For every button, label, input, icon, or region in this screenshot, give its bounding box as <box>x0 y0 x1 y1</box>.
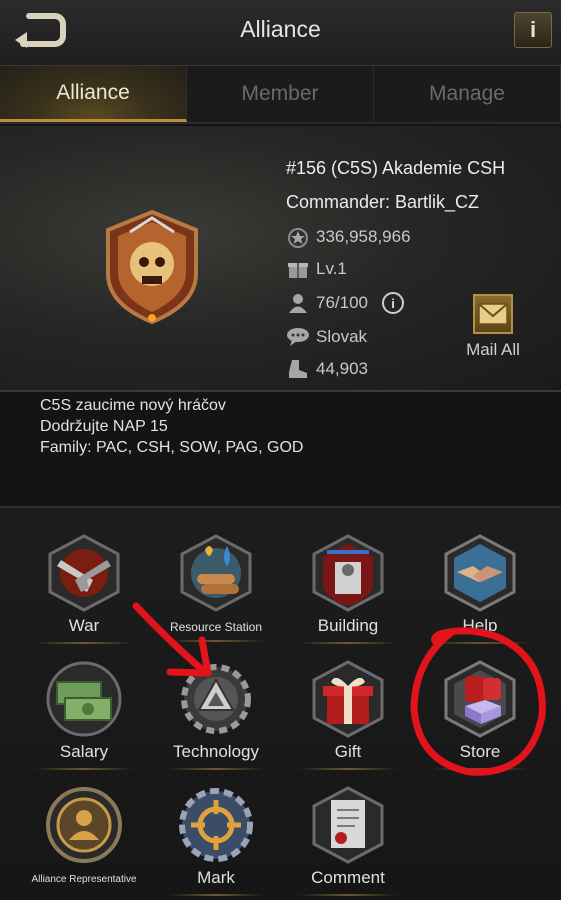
envelope-icon <box>473 294 513 334</box>
store-label: Store <box>459 742 501 761</box>
members-value: 76/100 <box>316 293 368 312</box>
gift-button[interactable]: Gift <box>283 658 413 778</box>
gift-icon <box>312 660 384 738</box>
store-icon <box>444 660 516 738</box>
members-info-icon[interactable]: i <box>382 292 404 314</box>
person-icon <box>286 292 310 314</box>
label-underline <box>34 768 134 770</box>
alliance-representative-label: Alliance Representative <box>31 874 137 885</box>
salary-label: Salary <box>59 742 109 761</box>
label-underline <box>298 768 398 770</box>
alliance-emblem-skull-icon <box>106 209 198 325</box>
language-stat: Slovak <box>286 326 367 348</box>
info-button[interactable]: i <box>514 12 552 48</box>
alliance-description: C5S zaucime nový hráčov Dodržujte NAP 15… <box>40 395 303 458</box>
title-bar: Alliance i <box>0 0 561 66</box>
war-label: War <box>68 616 100 635</box>
comment-button[interactable]: Comment <box>283 784 413 900</box>
label-underline <box>430 642 530 644</box>
mark-button[interactable]: Mark <box>151 784 281 900</box>
power-value: 336,958,966 <box>316 227 411 246</box>
label-underline <box>34 642 134 644</box>
help-button[interactable]: Help <box>415 532 545 652</box>
resource-station-label: Resource Station <box>169 620 263 634</box>
crosshair-icon <box>179 788 253 862</box>
salary-button[interactable]: Salary <box>19 658 149 778</box>
level-stat: Lv.1 <box>286 258 347 280</box>
kills-value: 44,903 <box>316 359 368 378</box>
war-button[interactable]: War <box>19 532 149 652</box>
description-line: Dodržujte NAP 15 <box>40 418 168 435</box>
page-title: Alliance <box>240 16 321 42</box>
label-underline <box>298 642 398 644</box>
alliance-name: #156 (C5S) Akademie CSH <box>286 158 506 178</box>
boot-icon <box>286 358 310 380</box>
gift-box-icon <box>286 258 310 280</box>
technology-label: Technology <box>172 742 259 761</box>
tab-member[interactable]: Member <box>187 66 374 122</box>
gift-label: Gift <box>334 742 362 761</box>
alliance-info-panel: #156 (C5S) Akademie CSH Commander: Bartl… <box>0 126 561 392</box>
mail-all-button[interactable]: Mail All <box>460 294 526 360</box>
commander-name: Commander: Bartlik_CZ <box>286 192 480 212</box>
members-stat: 76/100 i <box>286 292 404 314</box>
handshake-icon <box>444 534 516 612</box>
alliance-representative-icon <box>46 787 122 863</box>
description-line: C5S zaucime nový hráčov <box>40 397 226 414</box>
help-label: Help <box>462 616 498 635</box>
description-line: Family: PAC, CSH, SOW, PAG, GOD <box>40 439 304 456</box>
mail-all-label: Mail All <box>466 340 520 359</box>
tab-alliance[interactable]: Alliance <box>0 66 187 122</box>
building-button[interactable]: Building <box>283 532 413 652</box>
level-value: Lv.1 <box>316 259 347 278</box>
speech-bubble-icon <box>286 326 310 348</box>
resource-station-icon <box>180 534 252 612</box>
power-star-icon <box>286 226 310 248</box>
language-value: Slovak <box>316 327 368 346</box>
mark-label: Mark <box>197 868 235 887</box>
alliance-representative-button[interactable]: Alliance Representative <box>19 784 149 900</box>
power-stat: 336,958,966 <box>286 226 411 248</box>
tab-manage[interactable]: Manage <box>374 66 561 122</box>
label-underline <box>430 768 530 770</box>
technology-button[interactable]: Technology <box>151 658 281 778</box>
technology-gear-icon <box>181 664 251 734</box>
money-stack-icon <box>46 661 122 737</box>
info-icon: i <box>529 17 537 42</box>
war-pistols-icon <box>48 534 120 612</box>
store-button[interactable]: Store <box>415 658 545 778</box>
label-underline <box>166 640 266 642</box>
comment-scroll-icon <box>312 786 384 864</box>
label-underline <box>166 894 266 896</box>
building-emblem-icon <box>312 534 384 612</box>
comment-label: Comment <box>311 868 385 887</box>
tab-bar: Alliance Member Manage <box>0 66 561 124</box>
divider <box>0 390 561 392</box>
building-label: Building <box>317 616 379 635</box>
kills-stat: 44,903 <box>286 358 368 380</box>
label-underline <box>166 768 266 770</box>
resource-station-button[interactable]: Resource Station <box>151 532 281 652</box>
label-underline <box>298 894 398 896</box>
